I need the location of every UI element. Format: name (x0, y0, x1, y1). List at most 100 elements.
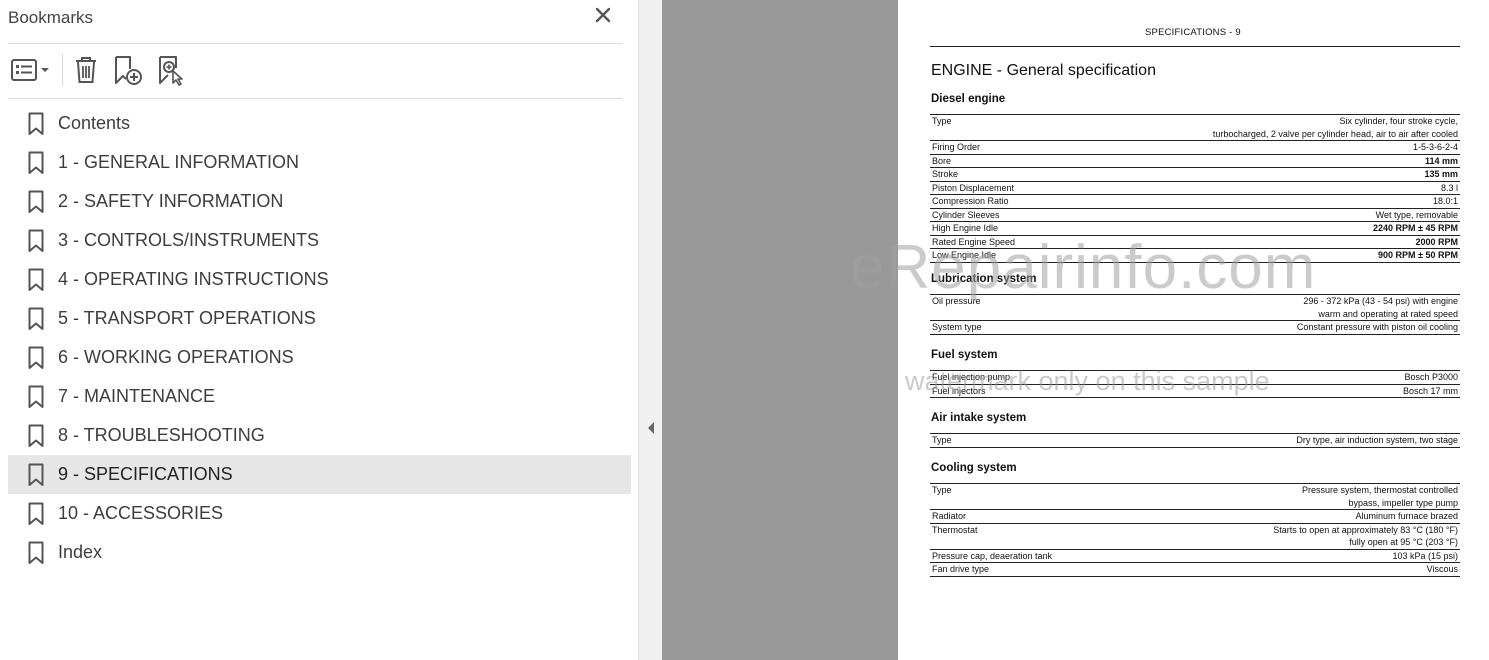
add-bookmark-icon[interactable] (110, 53, 146, 87)
bookmark-item[interactable]: 3 - CONTROLS/INSTRUMENTS (0, 221, 632, 260)
bookmark-label: 6 - WORKING OPERATIONS (58, 347, 294, 367)
spec-value-line: Wet type, removable (1375, 209, 1458, 220)
bookmarks-title: Bookmarks (8, 8, 94, 27)
spec-name: Firing Order (932, 142, 981, 152)
spec-row: Piston Displacement 8.3 l (930, 182, 1460, 195)
document-background (662, 0, 898, 660)
bookmark-icon (28, 307, 44, 330)
spec-value-line: Dry type, air induction system, two stag… (1296, 435, 1458, 445)
spec-value: Starts to open at approximately 83 °C (1… (1273, 524, 1460, 549)
bookmark-icon (28, 190, 44, 213)
bookmark-item[interactable]: Contents (0, 104, 632, 143)
spec-value-line: bypass, impeller type pump (1348, 497, 1458, 508)
spec-value-line: turbocharged, 2 valve per cylinder head,… (1212, 128, 1458, 139)
spec-value-line: fully open at 95 °C (203 °F) (1349, 537, 1458, 547)
spec-value: Constant pressure with piston oil coolin… (1297, 321, 1460, 334)
spec-value: Six cylinder, four stroke cycle, turbocha… (1213, 115, 1460, 140)
spec-value: Wet type, removable (1376, 209, 1460, 222)
spec-value-line: Six cylinder, four stroke cycle, (1339, 116, 1458, 126)
bookmark-label: Index (58, 542, 103, 562)
spec-value: Dry type, air induction system, two stag… (1296, 434, 1460, 447)
spec-value-line: Starts to open at approximately 83 °C (1… (1273, 524, 1458, 535)
spec-name: Rated Engine Speed (932, 236, 1016, 247)
bookmark-label: 9 - SPECIFICATIONS (58, 464, 233, 484)
collapse-panel-icon[interactable] (645, 420, 657, 436)
bookmark-item[interactable]: 8 - TROUBLESHOOTING (0, 416, 632, 455)
bookmark-item[interactable]: 6 - WORKING OPERATIONS (0, 338, 632, 377)
spec-value: 114 mm (1425, 155, 1460, 168)
spec-value-line: 900 RPM ± 50 RPM (1378, 250, 1458, 260)
spec-table: Fuel injection pump Bosch P3000 Fuel injec… (930, 370, 1460, 398)
spec-value: Bosch P3000 (1404, 371, 1460, 384)
bookmark-item[interactable]: 7 - MAINTENANCE (0, 377, 632, 416)
bookmark-icon (28, 151, 44, 174)
bookmark-icon (28, 424, 44, 447)
spec-row: Cylinder Sleeves Wet type, removable (930, 209, 1460, 222)
spec-row: High Engine Idle 2240 RPM ± 45 RPM (930, 222, 1460, 236)
spec-value-line: Aluminum furnace brazed (1355, 511, 1458, 521)
spec-value-line: 135 mm (1424, 169, 1458, 179)
spec-row: Stroke 135 mm (930, 168, 1460, 182)
spec-name: Oil pressure (932, 296, 981, 306)
find-bookmark-icon[interactable] (154, 53, 190, 87)
spec-value-line: Bosch P3000 (1404, 372, 1458, 382)
spec-value-line: Viscous (1426, 564, 1458, 574)
bookmark-item[interactable]: 5 - TRANSPORT OPERATIONS (0, 299, 632, 338)
spec-value-line: 8.3 l (1440, 182, 1458, 193)
bookmark-label: 8 - TROUBLESHOOTING (58, 425, 265, 445)
close-icon[interactable] (592, 4, 614, 26)
spec-row: Oil pressure 296 - 372 kPa (43 - 54 psi) … (930, 295, 1460, 321)
bookmark-item[interactable]: 2 - SAFETY INFORMATION (0, 182, 632, 221)
bookmark-icon (28, 541, 44, 564)
spec-value: 1-5-3-6-2-4 (1413, 141, 1460, 154)
spec-value: 2240 RPM ± 45 RPM (1373, 222, 1460, 235)
spec-row: Rated Engine Speed 2000 RPM (930, 236, 1460, 249)
header-rule (930, 46, 1460, 47)
bookmark-label: 3 - CONTROLS/INSTRUMENTS (58, 230, 320, 250)
spec-name: Radiator (932, 511, 967, 521)
section-title: Fuel system (931, 349, 998, 361)
spec-table: Type Six cylinder, four stroke cycle, turb… (930, 114, 1460, 263)
bookmark-label: 10 - ACCESSORIES (58, 503, 224, 523)
spec-name: Thermostat (932, 524, 978, 535)
spec-name: Type (932, 116, 952, 126)
spec-value-line: Constant pressure with piston oil coolin… (1296, 322, 1458, 332)
spec-name: Bore (932, 155, 952, 166)
spec-row: Pressure cap, deaeration tank 103 kPa (15… (930, 550, 1460, 563)
page-title: ENGINE - General specification (931, 62, 1156, 79)
bookmark-list: Contents 1 - GENERAL INFORMATION 2 - SAF… (0, 104, 632, 572)
spec-value-line: 1-5-3-6-2-4 (1412, 142, 1458, 152)
list-options-icon[interactable] (8, 53, 52, 87)
bookmark-item[interactable]: 4 - OPERATING INSTRUCTIONS (0, 260, 632, 299)
spec-row: System type Constant pressure with piston… (930, 321, 1460, 335)
panel-splitter[interactable] (638, 0, 662, 660)
bookmark-item[interactable]: Index (0, 533, 632, 572)
section-title: Diesel engine (931, 93, 1006, 105)
spec-name: Fuel injection pump (932, 372, 1011, 382)
bookmark-label: Contents (58, 113, 131, 133)
bookmark-item[interactable]: 1 - GENERAL INFORMATION (0, 143, 632, 182)
spec-row: Radiator Aluminum furnace brazed (930, 510, 1460, 524)
spec-value: 18.0:1 (1433, 195, 1460, 208)
bookmark-label: 2 - SAFETY INFORMATION (58, 191, 284, 211)
spec-table: Type Pressure system, thermostat controll… (930, 483, 1460, 577)
spec-value: 103 kPa (15 psi) (1392, 550, 1460, 563)
spec-row: Compression Ratio 18.0:1 (930, 195, 1460, 209)
bookmark-item[interactable]: 10 - ACCESSORIES (0, 494, 632, 533)
section-title: Cooling system (931, 462, 1017, 474)
trash-icon[interactable] (70, 53, 102, 87)
section-title: Lubrication system (931, 273, 1037, 285)
spec-row: Fan drive type Viscous (930, 563, 1460, 577)
spec-value-line: 114 mm (1424, 155, 1458, 166)
spec-value-line: warm and operating at rated speed (1318, 308, 1458, 319)
spec-name: Fuel injectors (932, 385, 986, 396)
section-title: Air intake system (931, 412, 1027, 424)
bookmark-item-selected[interactable]: 9 - SPECIFICATIONS (8, 455, 631, 494)
spec-name: Compression Ratio (932, 196, 1009, 206)
spec-value: 900 RPM ± 50 RPM (1378, 249, 1460, 262)
spec-value: Viscous (1427, 563, 1460, 576)
bookmark-label: 4 - OPERATING INSTRUCTIONS (58, 269, 329, 289)
divider (8, 98, 622, 99)
bookmarks-panel: Bookmarks Contents 1 - GENERAL INFORMATI… (0, 0, 638, 660)
spec-value-line: 2000 RPM (1415, 236, 1458, 247)
